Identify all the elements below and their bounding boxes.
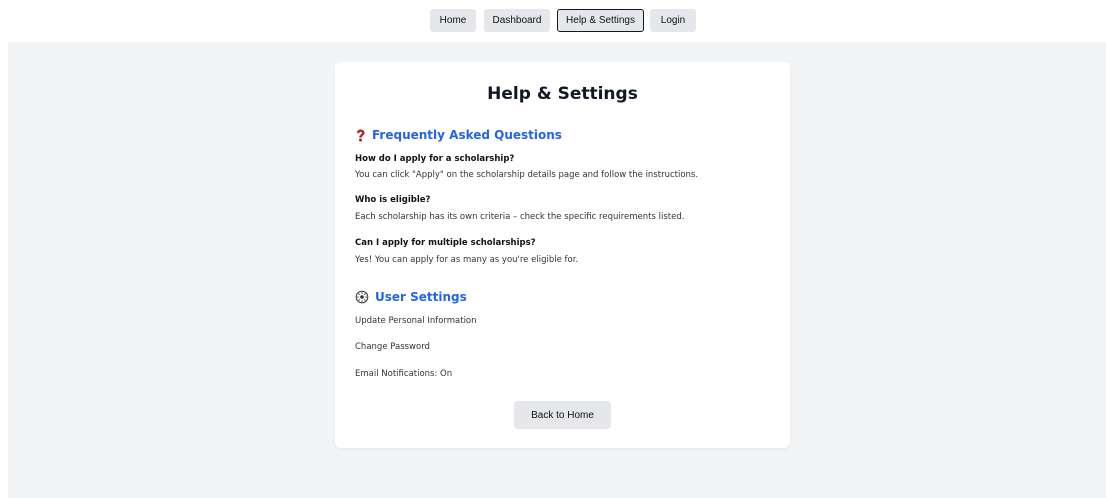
faq-question-1: How do I apply for a scholarship?: [355, 154, 515, 164]
faq-answer-1: You can click "Apply" on the scholarship…: [355, 170, 699, 180]
page-title: Help & Settings: [487, 84, 638, 104]
faq-question-3: Can I apply for multiple scholarships?: [355, 238, 536, 248]
nav-help-settings-button[interactable]: Help & Settings: [557, 9, 644, 32]
faq-heading-text: Frequently Asked Questions: [372, 128, 562, 142]
gear-icon: [355, 290, 369, 304]
faq-answer-2: Each scholarship has its own criteria – …: [355, 212, 685, 222]
faq-answer-3: Yes! You can apply for as many as you're…: [355, 255, 579, 265]
help-settings-card: Help & Settings Frequently Asked Questio…: [335, 62, 790, 448]
back-to-home-button[interactable]: Back to Home: [514, 401, 611, 429]
nav-home-button[interactable]: Home: [430, 9, 476, 32]
update-personal-info-item[interactable]: Update Personal Information: [355, 316, 477, 326]
settings-heading: User Settings: [355, 290, 467, 304]
settings-heading-text: User Settings: [375, 290, 467, 304]
question-mark-icon: [355, 129, 366, 142]
nav-dashboard-button[interactable]: Dashboard: [484, 9, 550, 32]
email-notifications-item[interactable]: Email Notifications: On: [355, 369, 452, 379]
nav-login-button[interactable]: Login: [650, 9, 696, 32]
change-password-item[interactable]: Change Password: [355, 342, 430, 352]
top-nav: Home Dashboard Help & Settings Login: [0, 0, 1106, 42]
faq-question-2: Who is eligible?: [355, 195, 431, 205]
faq-heading: Frequently Asked Questions: [355, 128, 562, 142]
